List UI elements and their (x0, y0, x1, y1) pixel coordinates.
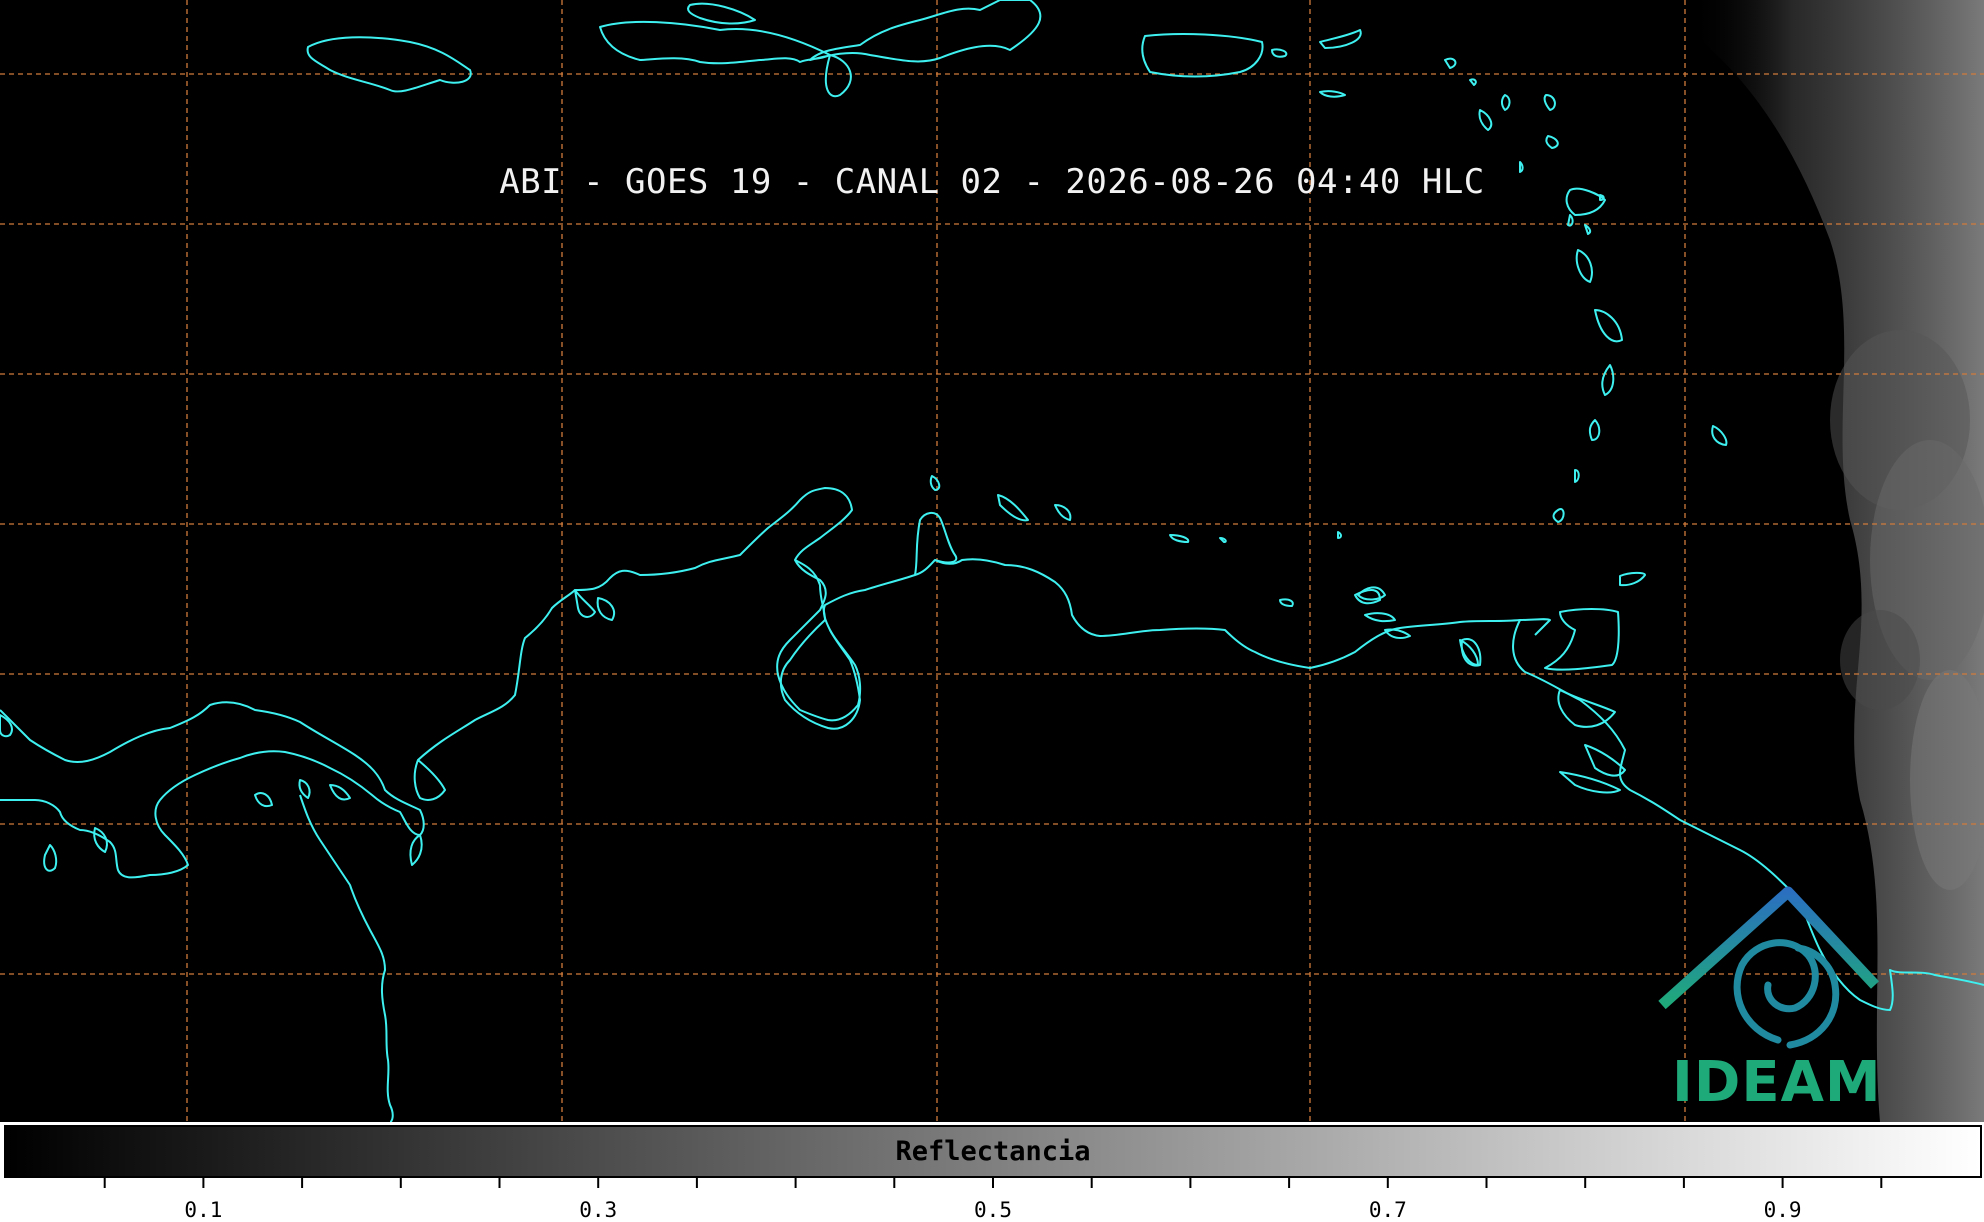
colorbar-axis: 0.1 0.3 0.5 0.7 0.9 (0, 1178, 1984, 1222)
coastline-jamaica (306, 36, 472, 93)
coastline-venezuela-colombia (417, 487, 1551, 761)
coastline-hispaniola (599, 0, 1042, 98)
coastline-puerto-rico (1141, 33, 1264, 78)
ideam-logo-text: IDEAM (1672, 1050, 1882, 1115)
ideam-logo-emblem (1658, 886, 1880, 1049)
colorbar-tick-label: 0.1 (184, 1198, 223, 1222)
colorbar-tick-label: 0.7 (1368, 1198, 1407, 1222)
coastline-panama (0, 701, 425, 879)
coastline-lesser-antilles (1444, 57, 1728, 587)
colorbar-tick-label: 0.9 (1763, 1198, 1802, 1222)
colorbar-tick-label: 0.3 (579, 1198, 618, 1222)
colorbar: Reflectancia (4, 1125, 1982, 1178)
colorbar-tick-label: 0.5 (974, 1198, 1012, 1222)
coastline-tortuga (687, 2, 756, 25)
coastline-paraguana (914, 512, 958, 576)
map-title: ABI - GOES 19 - CANAL 02 - 2026-08-26 04… (499, 162, 1485, 202)
coastline-colombia-pacific (299, 794, 394, 1122)
satellite-map[interactable]: ABI - GOES 19 - CANAL 02 - 2026-08-26 04… (0, 0, 1984, 1122)
colorbar-label: Reflectancia (895, 1136, 1091, 1167)
